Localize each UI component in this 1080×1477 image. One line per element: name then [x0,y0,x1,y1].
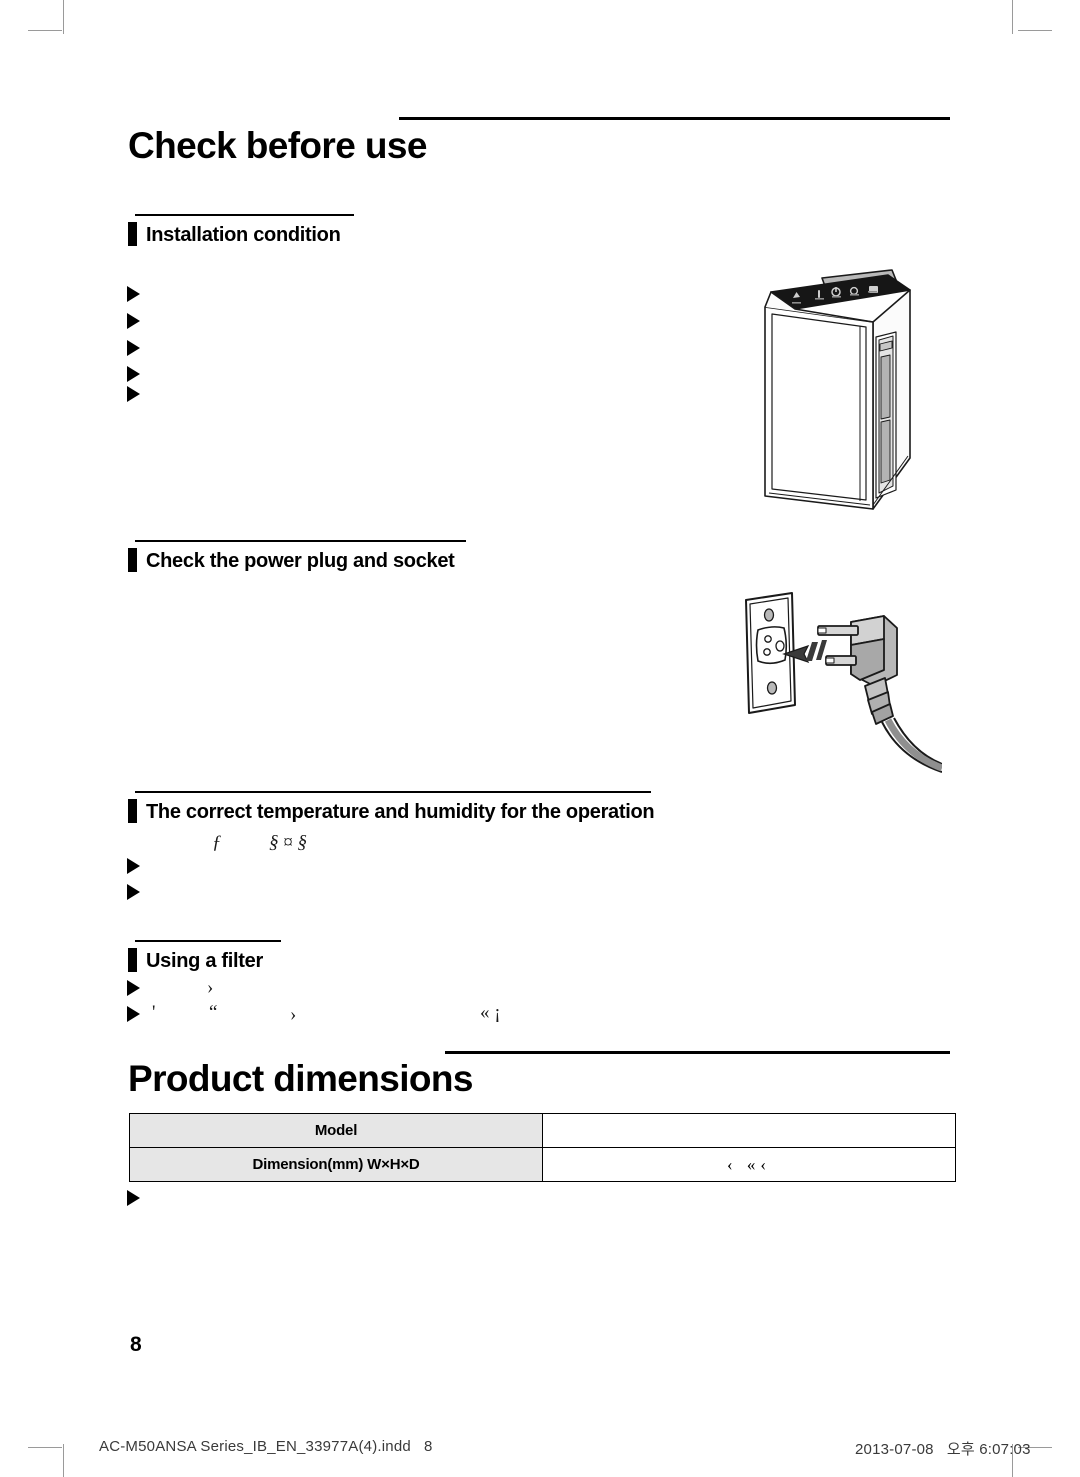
footer-timestamp: 2013-07-08 오후 6:07:03 [855,1441,1031,1458]
page-number: 8 [130,1333,142,1356]
check-before-use-rule [399,117,950,120]
list-item [127,386,140,402]
crop-mark-top-left-horizontal [28,30,62,31]
manual-page: Check before use Installation condition [0,0,1080,1477]
list-item [127,884,140,900]
temperature-stray-glyphs: ƒ § ¤ § [212,832,307,853]
list-item [127,858,140,874]
heading-check-power-plug-label: Check the power plug and socket [146,550,455,572]
list-item [127,366,140,382]
air-purifier-illustration [740,262,960,522]
using-filter-heading-rule [135,940,281,942]
list-item [127,286,140,302]
crop-mark-top-right-horizontal [1018,30,1052,31]
heading-using-a-filter-label: Using a filter [146,950,263,972]
crop-mark-top-right-vertical [1012,0,1013,34]
heading-correct-temperature-humidity-label: The correct temperature and humidity for… [146,801,655,823]
heading-using-a-filter: Using a filter [128,948,263,973]
table-cell-model-value [542,1113,956,1148]
list-item [127,340,140,356]
heading-tab-marker [128,799,137,823]
list-item [127,313,140,329]
table-row: Model [129,1113,956,1148]
heading-tab-marker [128,548,137,572]
heading-installation-condition: Installation condition [128,222,341,247]
footer-file-name: AC-M50ANSA Series_IB_EN_33977A(4).indd 8 [99,1438,433,1455]
table-cell-dimension-value: ‹ «‹ [542,1147,956,1182]
temperature-heading-rule [135,791,651,793]
list-item [127,1006,140,1022]
heading-tab-marker [128,222,137,246]
filter-bullet-two-glyph-a: ' [152,1002,156,1023]
power-plug-heading-rule [135,540,466,542]
product-dimensions-rule [445,1051,950,1054]
page-title-check-before-use: Check before use [128,125,427,166]
page-title-product-dimensions: Product dimensions [128,1058,473,1099]
crop-mark-bottom-left-vertical [63,1444,64,1477]
filter-bullet-two-glyph-d: « ¡ [480,1002,501,1023]
heading-installation-condition-label: Installation condition [146,224,341,246]
product-dimensions-table: Model Dimension(mm) W×H×D ‹ «‹ [129,1113,956,1182]
heading-tab-marker [128,948,137,972]
filter-bullet-two-glyph-c: › [290,1004,297,1025]
list-item [127,1190,140,1206]
heading-correct-temperature-humidity: The correct temperature and humidity for… [128,799,655,824]
crop-mark-bottom-left-horizontal [28,1447,62,1448]
table-row: Dimension(mm) W×H×D ‹ «‹ [129,1147,956,1182]
list-item [127,980,140,996]
filter-bullet-one-glyph: › [207,977,214,998]
table-cell-dimension-label: Dimension(mm) W×H×D [129,1147,543,1182]
installation-condition-rule [135,214,354,216]
crop-mark-top-left-vertical [63,0,64,34]
table-cell-model-label: Model [129,1113,543,1148]
power-plug-socket-illustration [722,582,944,782]
heading-check-power-plug: Check the power plug and socket [128,548,455,573]
filter-bullet-two-glyph-b: “ [209,1002,218,1023]
